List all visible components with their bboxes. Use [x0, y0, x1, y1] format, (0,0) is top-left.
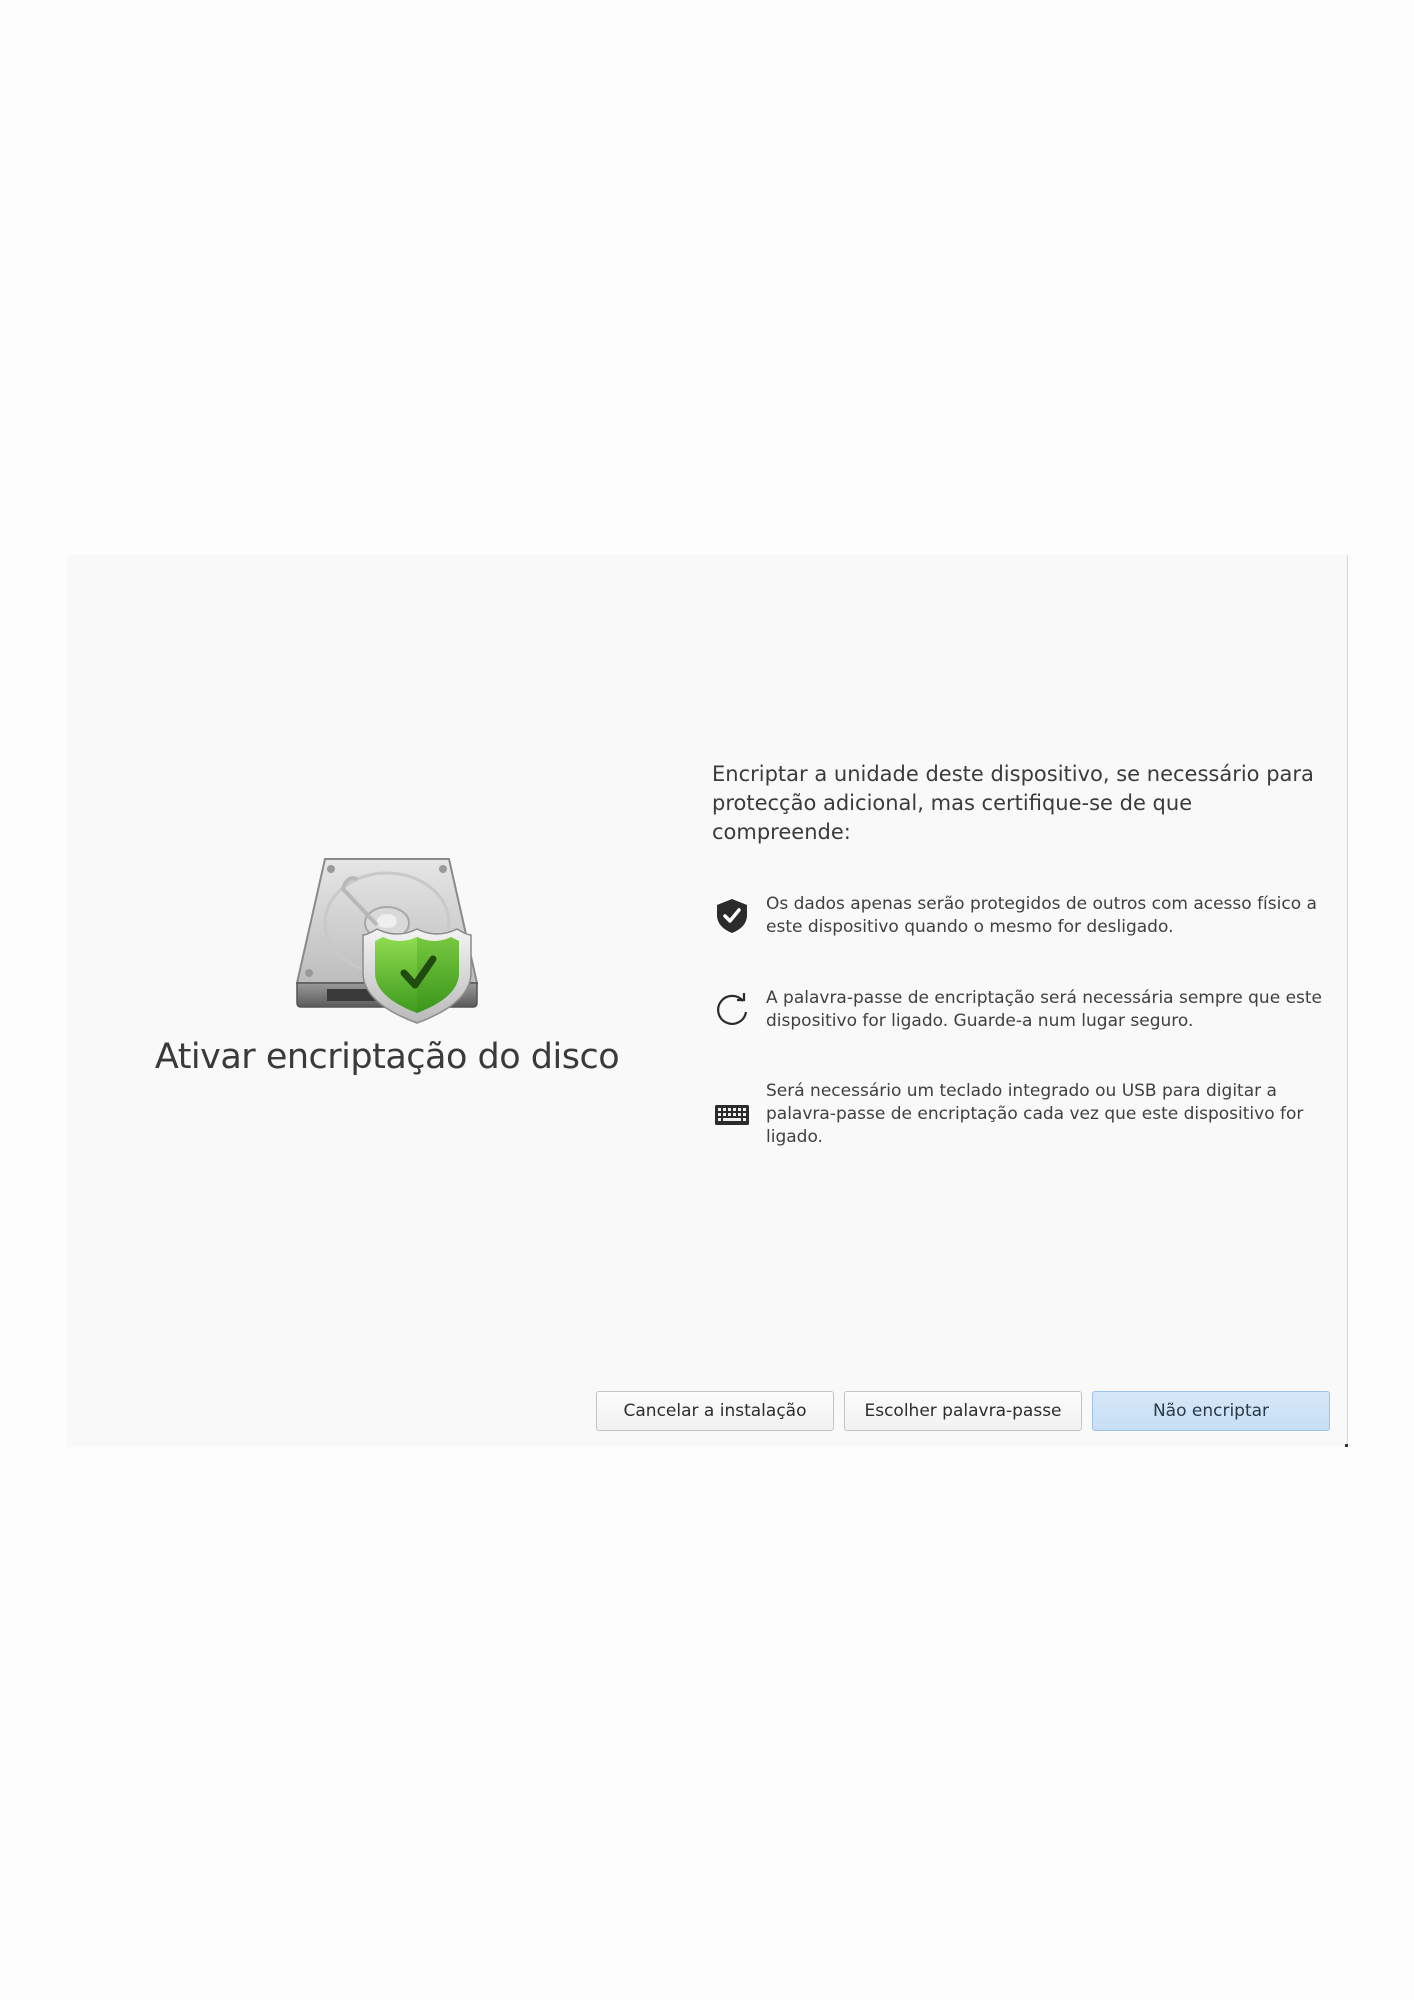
info-item-keyboard: Será necessário um teclado integrado ou … [712, 1080, 1332, 1149]
window-corner [1345, 1444, 1348, 1447]
info-text-password: A palavra-passe de encriptação será nece… [766, 988, 1323, 1031]
shield-check-icon [712, 896, 752, 936]
cancel-installation-button[interactable]: Cancelar a instalação [596, 1391, 834, 1431]
info-text-protection: Os dados apenas serão protegidos de outr… [766, 894, 1317, 937]
intro-text: Encriptar a unidade deste dispositivo, s… [712, 762, 1314, 844]
info-item-protection: Os dados apenas serão protegidos de outr… [712, 893, 1332, 939]
refresh-icon [712, 990, 752, 1030]
do-not-encrypt-button[interactable]: Não encriptar [1092, 1391, 1330, 1431]
left-panel: Ativar encriptação do disco [67, 555, 707, 1447]
choose-password-button[interactable]: Escolher palavra-passe [844, 1391, 1082, 1431]
info-text-keyboard: Será necessário um teclado integrado ou … [766, 1081, 1304, 1147]
info-item-password: A palavra-passe de encriptação será nece… [712, 987, 1332, 1033]
encryption-dialog: Ativar encriptação do disco Encriptar a … [67, 555, 1348, 1447]
hard-drive-shield-icon [295, 858, 479, 1024]
page-title: Ativar encriptação do disco [154, 1037, 620, 1077]
keyboard-icon [712, 1095, 752, 1135]
right-panel: Encriptar a unidade deste dispositivo, s… [712, 555, 1342, 1447]
